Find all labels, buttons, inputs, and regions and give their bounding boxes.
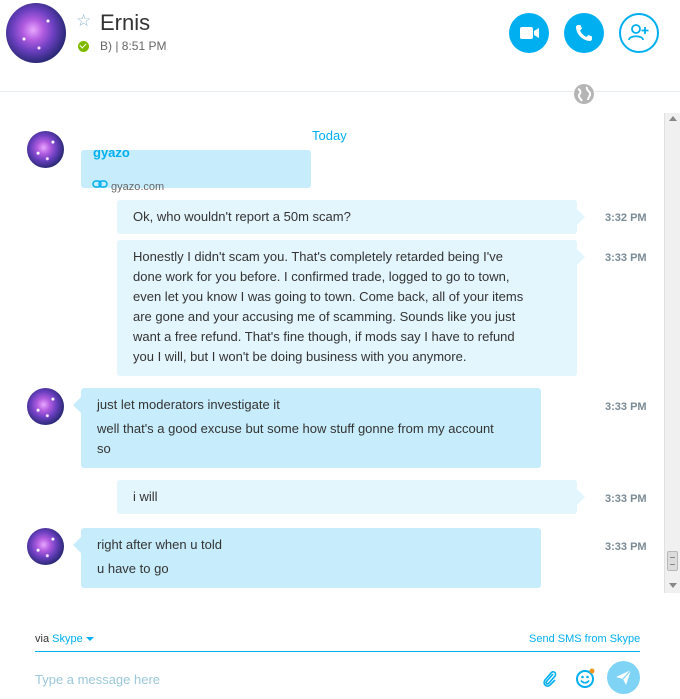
- message-text: you I will, but I won't be doing busines…: [133, 349, 467, 364]
- message-text: Honestly I didn't scam you. That's compl…: [133, 249, 503, 264]
- sender-avatar[interactable]: [27, 528, 64, 565]
- message-timestamp: 3:33 PM: [605, 493, 647, 505]
- scroll-up-arrow-icon[interactable]: [669, 116, 677, 121]
- contact-avatar[interactable]: [6, 3, 66, 63]
- message-timestamp: 3:33 PM: [605, 541, 647, 553]
- phone-icon: [576, 25, 592, 41]
- link-preview-title[interactable]: gyazo: [93, 143, 130, 163]
- conversation-scrollbar[interactable]: [664, 113, 680, 593]
- voice-call-button[interactable]: [564, 13, 604, 53]
- message-text: right after when u told: [97, 537, 223, 552]
- message-timestamp: 3:33 PM: [605, 252, 647, 264]
- online-status-icon: [78, 41, 89, 52]
- scroll-down-arrow-icon[interactable]: [669, 583, 677, 588]
- message-text: well that's a good excuse but some how s…: [97, 421, 494, 436]
- message-text: want a free refund. That's fine though, …: [133, 329, 515, 344]
- add-contact-icon: [628, 24, 649, 41]
- message-text: just let moderators investigate it: [97, 397, 280, 412]
- sender-avatar[interactable]: [27, 131, 64, 168]
- message-bubble-outgoing: Honestly I didn't scam you. That's compl…: [117, 240, 585, 376]
- attach-icon[interactable]: [541, 669, 559, 689]
- mood-message: B) | 8:51 PM: [100, 39, 167, 53]
- day-separator: Today: [312, 128, 347, 143]
- message-timestamp: 3:33 PM: [605, 401, 647, 413]
- message-text: even let you know I was going to town. C…: [133, 289, 524, 304]
- message-input[interactable]: [35, 667, 515, 691]
- video-icon: [520, 27, 539, 39]
- message-text: done work for you before. I confirmed tr…: [133, 269, 510, 284]
- chat-header: ☆ Ernis B) | 8:51 PM: [0, 0, 680, 92]
- scroll-thumb[interactable]: [667, 551, 678, 571]
- message-text: so: [97, 441, 111, 456]
- via-selector[interactable]: via Skype: [35, 633, 94, 645]
- add-contact-button[interactable]: [619, 13, 659, 53]
- via-service[interactable]: Skype: [52, 633, 83, 645]
- send-button[interactable]: [607, 661, 640, 694]
- link-preview-card[interactable]: gyazo gyazo.com: [81, 145, 311, 193]
- contact-name[interactable]: Ernis: [100, 10, 150, 36]
- divider: [35, 651, 640, 652]
- emoticon-icon[interactable]: [574, 667, 596, 689]
- conversation-area[interactable]: Today gyazo gyazo.com Ok, who wouldn't r…: [0, 113, 664, 593]
- message-text: are gone and your accusing me of scammin…: [133, 309, 516, 324]
- sender-avatar[interactable]: [27, 388, 64, 425]
- send-sms-link[interactable]: Send SMS from Skype: [529, 633, 640, 645]
- message-text: Ok, who wouldn't report a 50m scam?: [133, 209, 351, 224]
- link-icon: [92, 180, 108, 188]
- message-bubble-incoming: right after when u told u have to go: [73, 528, 541, 588]
- link-preview-domain[interactable]: gyazo.com: [111, 177, 164, 197]
- globe-icon[interactable]: [573, 83, 595, 105]
- video-call-button[interactable]: [509, 13, 549, 53]
- message-text: i will: [133, 489, 158, 504]
- star-icon[interactable]: ☆: [76, 13, 91, 30]
- chevron-down-icon[interactable]: [85, 637, 94, 642]
- message-bubble-outgoing: Ok, who wouldn't report a 50m scam?: [117, 200, 585, 234]
- message-timestamp: 3:32 PM: [605, 212, 647, 224]
- message-bubble-incoming: just let moderators investigate it well …: [73, 388, 541, 468]
- message-text: u have to go: [97, 561, 169, 576]
- compose-area: via Skype Send SMS from Skype: [0, 593, 680, 699]
- via-label: via: [35, 633, 50, 645]
- message-bubble-outgoing: i will: [117, 480, 585, 514]
- send-icon: [616, 669, 632, 685]
